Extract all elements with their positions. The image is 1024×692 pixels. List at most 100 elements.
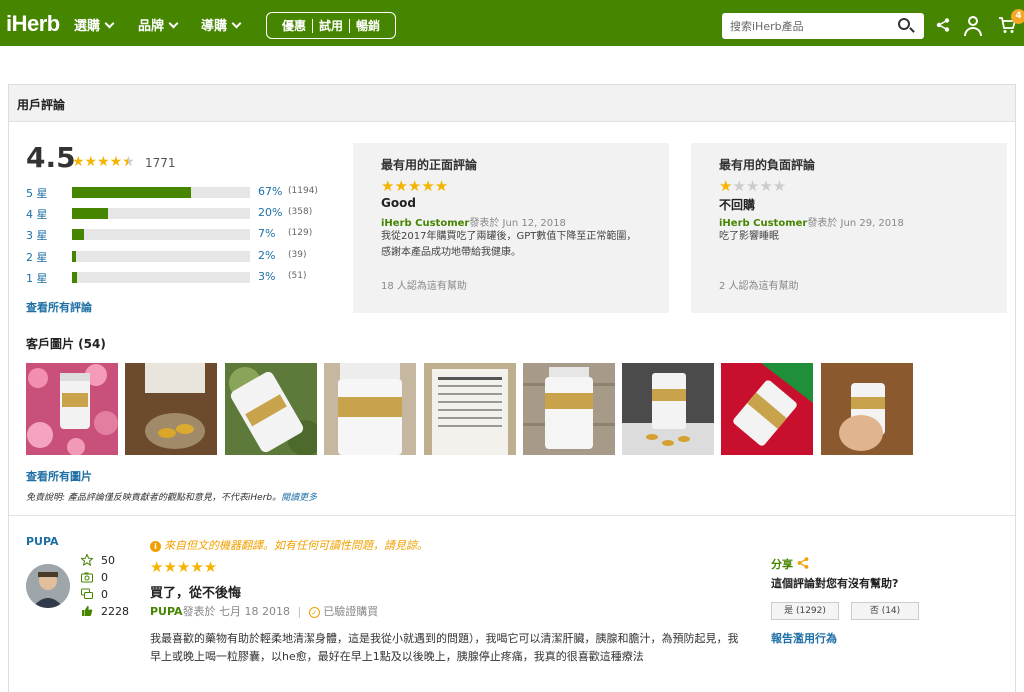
camera-icon xyxy=(81,572,93,583)
customer-image[interactable] xyxy=(125,363,217,455)
chevron-down-icon xyxy=(231,18,242,29)
see-all-reviews-link[interactable]: 查看所有評論 xyxy=(26,299,92,315)
card-date: 發表於 Jun 12, 2018 xyxy=(469,218,566,229)
section-divider xyxy=(8,515,1016,516)
share-review-button[interactable]: 分享 xyxy=(771,556,809,572)
nav-shop[interactable]: 選購 xyxy=(74,15,115,34)
rating-row-label[interactable]: 4 星 xyxy=(26,206,66,222)
card-body: 我從2017年購買吃了兩罐後，GPT數值下降至正常範圍，感謝本產品成功地帶給我健… xyxy=(381,231,637,258)
card-date: 發表於 Jun 29, 2018 xyxy=(807,218,904,229)
rating-bar-fill xyxy=(72,251,76,262)
review-author[interactable]: PUPA xyxy=(150,605,183,618)
rating-bar xyxy=(72,187,250,198)
divider xyxy=(349,18,350,33)
customer-image[interactable] xyxy=(821,363,913,455)
card-meta: iHerb Customer發表於 Jun 29, 2018 xyxy=(719,214,904,229)
rating-row-count: (129) xyxy=(288,228,313,238)
rating-row-label[interactable]: 5 星 xyxy=(26,185,66,201)
top-positive-review: 最有用的正面評論 ★★★★★ Good iHerb Customer發表於 Ju… xyxy=(353,143,669,313)
supplement-facts-photo-icon xyxy=(424,363,516,455)
search-icon[interactable] xyxy=(898,18,910,30)
nav-brands[interactable]: 品牌 xyxy=(138,15,179,34)
card-review-title: Good xyxy=(381,196,416,210)
rating-bar xyxy=(72,272,250,283)
account-icon-body xyxy=(964,27,982,36)
customer-image[interactable] xyxy=(424,363,516,455)
avatar[interactable] xyxy=(26,564,70,608)
card-stars: ★★★★★ xyxy=(719,177,787,195)
rating-row-percent: 7% xyxy=(258,227,276,240)
stat-value: 0 xyxy=(101,571,108,584)
share-icon xyxy=(797,557,809,569)
capsules-photo-icon xyxy=(125,363,217,455)
card-body: 吃了影響睡眠 xyxy=(719,231,779,242)
customer-image[interactable] xyxy=(225,363,317,455)
disclaimer-text: 免責說明: 產品評論僅反映貢獻者的觀點和意見，不代表iHerb。 xyxy=(26,493,282,503)
iherb-logo[interactable]: iHerb xyxy=(6,11,60,37)
helpful-no-button[interactable]: 否 (14) xyxy=(851,602,919,620)
chevron-down-icon xyxy=(168,18,179,29)
rating-bar-fill xyxy=(72,208,108,219)
rating-row-count: (358) xyxy=(288,207,313,217)
customer-images-title: 客戶圖片 (54) xyxy=(26,337,106,351)
rating-bar xyxy=(72,251,250,262)
chat-icon xyxy=(81,588,93,599)
panel-header: 用戶評論 xyxy=(9,85,1015,122)
customer-image[interactable] xyxy=(26,363,118,455)
customer-image[interactable] xyxy=(622,363,714,455)
card-meta: iHerb Customer發表於 Jun 12, 2018 xyxy=(381,214,566,229)
review-date: 發表於 七月 18 2018 xyxy=(182,605,291,618)
promo-trial-link[interactable]: 試用 xyxy=(319,17,343,34)
review-meta: PUPA發表於 七月 18 2018 | ✓ 已驗證購買 xyxy=(150,603,378,619)
promo-deals-link[interactable]: 優惠 xyxy=(282,17,306,34)
translation-notice: i 來自但文的機器翻譯。如有任何可讀性問題，請見諒。 xyxy=(150,537,428,553)
outdoor-photo-icon xyxy=(225,363,317,455)
reviewer-name[interactable]: PUPA xyxy=(26,535,59,548)
account-icon-head xyxy=(968,16,978,26)
helpful-yes-button[interactable]: 是 (1292) xyxy=(771,602,839,620)
rating-row-count: (51) xyxy=(288,271,307,281)
bottle-capsules-photo-icon xyxy=(622,363,714,455)
nav-guide-label: 導購 xyxy=(201,19,228,34)
customer-image[interactable] xyxy=(523,363,615,455)
thumbs-up-icon xyxy=(82,605,93,616)
reviewer-photo-icon xyxy=(26,564,70,608)
chevron-down-icon xyxy=(104,18,115,29)
stat-value: 0 xyxy=(101,588,108,601)
search-box xyxy=(722,13,924,39)
customer-image[interactable] xyxy=(721,363,813,455)
customer-image[interactable] xyxy=(324,363,416,455)
meta-separator: | xyxy=(297,605,302,618)
report-abuse-link[interactable]: 報告濫用行為 xyxy=(771,630,837,646)
stat-value: 2228 xyxy=(101,605,129,618)
nav-brands-label: 品牌 xyxy=(138,19,165,34)
share-icon[interactable] xyxy=(936,18,950,32)
section-title: 用戶評論 xyxy=(17,98,66,112)
rating-bar-fill xyxy=(72,272,78,283)
rating-row-count: (39) xyxy=(288,250,307,260)
verified-purchase-label: 已驗證購買 xyxy=(323,605,379,618)
rating-row-label[interactable]: 1 星 xyxy=(26,270,66,286)
nav-shop-label: 選購 xyxy=(74,19,101,34)
rating-row-label[interactable]: 2 星 xyxy=(26,249,66,265)
review-body: 我最喜歡的藥物有助於輕柔地清潔身體，這是我從小就遇到的問題），我喝它可以清潔肝臟… xyxy=(150,632,739,663)
card-heading: 最有用的正面評論 xyxy=(381,158,478,172)
read-more-link[interactable]: 閱讀更多 xyxy=(281,493,317,503)
see-all-images-link[interactable]: 查看所有圖片 xyxy=(26,468,92,484)
flowers-photo-icon xyxy=(26,363,118,455)
card-author[interactable]: iHerb Customer xyxy=(381,218,469,229)
account-icon[interactable] xyxy=(964,16,982,36)
card-author[interactable]: iHerb Customer xyxy=(719,218,807,229)
nav-guide[interactable]: 導購 xyxy=(201,15,242,34)
rating-row-label[interactable]: 3 星 xyxy=(26,227,66,243)
rating-row-percent: 2% xyxy=(258,249,276,262)
search-input[interactable] xyxy=(730,17,890,35)
top-negative-review: 最有用的負面評論 ★★★★★ 不回購 iHerb Customer發表於 Jun… xyxy=(691,143,1007,313)
promo-bestsellers-link[interactable]: 暢銷 xyxy=(356,17,380,34)
star-outline-icon xyxy=(81,554,93,566)
card-stars: ★★★★★ xyxy=(381,177,449,195)
disclaimer: 免責說明: 產品評論僅反映貢獻者的觀點和意見，不代表iHerb。閱讀更多 xyxy=(26,490,317,503)
verified-icon: ✓ xyxy=(308,607,320,618)
rating-bar xyxy=(72,208,250,219)
top-navigation-bar: iHerb 選購 品牌 導購 優惠 試用 暢銷 4 xyxy=(0,0,1024,46)
